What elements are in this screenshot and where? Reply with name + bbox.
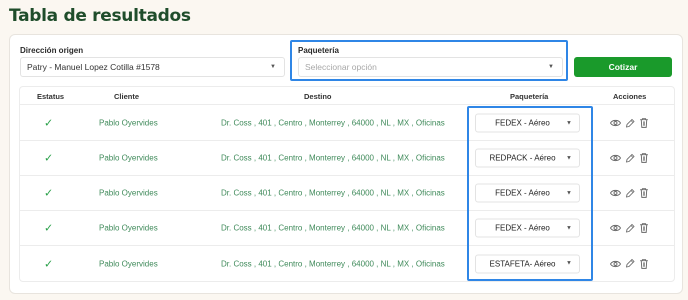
- chevron-down-icon: ▼: [548, 64, 554, 70]
- client-name: Pablo Oyervides: [99, 223, 158, 233]
- package-label: Paquetería: [298, 46, 339, 55]
- header-status: Estatus: [37, 92, 65, 101]
- origin-label: Dirección origen: [20, 46, 84, 55]
- eye-icon[interactable]: [610, 153, 625, 162]
- table-row: ✓ Pablo Oyervides Dr. Coss , 401 , Centro …: [20, 106, 674, 141]
- pencil-icon[interactable]: [625, 258, 639, 268]
- eye-icon[interactable]: [610, 188, 625, 197]
- origin-select[interactable]: Patry - Manuel Lopez Cotilla #1578 ▼: [20, 57, 285, 77]
- trash-icon[interactable]: [639, 188, 653, 198]
- table-row: ✓ Pablo Oyervides Dr. Coss , 401 , Centro …: [20, 211, 674, 246]
- row-actions: [610, 118, 653, 129]
- row-package-value: FEDEX - Aéreo: [495, 188, 550, 198]
- row-package-value: FEDEX - Aéreo: [495, 223, 550, 233]
- row-actions: [610, 153, 653, 164]
- chevron-down-icon: ▼: [566, 120, 572, 126]
- origin-value: Patry - Manuel Lopez Cotilla #1578: [27, 62, 160, 72]
- client-name: Pablo Oyervides: [99, 188, 158, 198]
- header-destination: Destino: [304, 92, 332, 101]
- row-package-select[interactable]: FEDEX - Aéreo ▼: [475, 183, 580, 203]
- destination-address: Dr. Coss , 401 , Centro , Monterrey , 64…: [221, 188, 445, 198]
- row-actions: [610, 188, 653, 199]
- chevron-down-icon: ▼: [270, 64, 276, 70]
- destination-address: Dr. Coss , 401 , Centro , Monterrey , 64…: [221, 223, 445, 233]
- package-placeholder: Seleccionar opción: [305, 62, 377, 72]
- chevron-down-icon: ▼: [566, 260, 572, 267]
- client-name: Pablo Oyervides: [99, 118, 158, 128]
- check-icon: ✓: [44, 258, 54, 270]
- header-client: Cliente: [114, 92, 140, 101]
- pencil-icon[interactable]: [625, 223, 639, 233]
- check-icon: ✓: [44, 152, 54, 165]
- eye-icon[interactable]: [610, 223, 625, 232]
- trash-icon[interactable]: [639, 223, 653, 233]
- row-package-select[interactable]: REDPACK - Aéreo ▼: [475, 148, 580, 168]
- table-row: ✓ Pablo Oyervides Dr. Coss , 401 , Centro …: [20, 176, 674, 211]
- check-icon: ✓: [44, 187, 54, 200]
- header-actions: Acciones: [613, 92, 647, 101]
- chevron-down-icon: ▼: [566, 155, 572, 161]
- check-icon: ✓: [44, 222, 54, 235]
- client-name: Pablo Oyervides: [99, 153, 158, 163]
- cotizar-button[interactable]: Cotizar: [574, 57, 672, 77]
- row-package-select[interactable]: ESTAFETA- Aéreo ▼: [475, 254, 580, 273]
- row-actions: [610, 258, 653, 269]
- trash-icon[interactable]: [639, 153, 653, 163]
- page-title: Tabla de resultados: [9, 6, 191, 26]
- pencil-icon[interactable]: [625, 188, 639, 198]
- eye-icon[interactable]: [610, 118, 625, 127]
- table-row: ✓ Pablo Oyervides Dr. Coss , 401 , Centro …: [20, 246, 674, 281]
- pencil-icon[interactable]: [625, 153, 639, 163]
- row-package-select[interactable]: FEDEX - Aéreo ▼: [475, 218, 580, 238]
- row-package-value: FEDEX - Aéreo: [495, 118, 550, 128]
- chevron-down-icon: ▼: [566, 225, 572, 231]
- destination-address: Dr. Coss , 401 , Centro , Monterrey , 64…: [221, 259, 445, 268]
- destination-address: Dr. Coss , 401 , Centro , Monterrey , 64…: [221, 118, 445, 128]
- package-select[interactable]: Seleccionar opción ▼: [298, 57, 563, 77]
- trash-icon[interactable]: [639, 258, 653, 269]
- results-card: Dirección origen Patry - Manuel Lopez Co…: [9, 34, 683, 294]
- client-name: Pablo Oyervides: [99, 259, 158, 268]
- destination-address: Dr. Coss , 401 , Centro , Monterrey , 64…: [221, 153, 445, 163]
- pencil-icon[interactable]: [625, 118, 639, 128]
- header-package: Paquetería: [510, 92, 549, 101]
- row-package-value: REDPACK - Aéreo: [489, 153, 556, 163]
- chevron-down-icon: ▼: [566, 190, 572, 196]
- table-row: ✓ Pablo Oyervides Dr. Coss , 401 , Centro …: [20, 141, 674, 176]
- table-header: Estatus Cliente Destino Paquetería Accio…: [20, 87, 674, 105]
- results-table: Estatus Cliente Destino Paquetería Accio…: [19, 86, 675, 282]
- trash-icon[interactable]: [639, 118, 653, 128]
- check-icon: ✓: [44, 117, 54, 130]
- eye-icon[interactable]: [610, 259, 625, 268]
- row-package-value: ESTAFETA- Aéreo: [489, 259, 556, 268]
- row-package-select[interactable]: FEDEX - Aéreo ▼: [475, 113, 580, 133]
- row-actions: [610, 223, 653, 234]
